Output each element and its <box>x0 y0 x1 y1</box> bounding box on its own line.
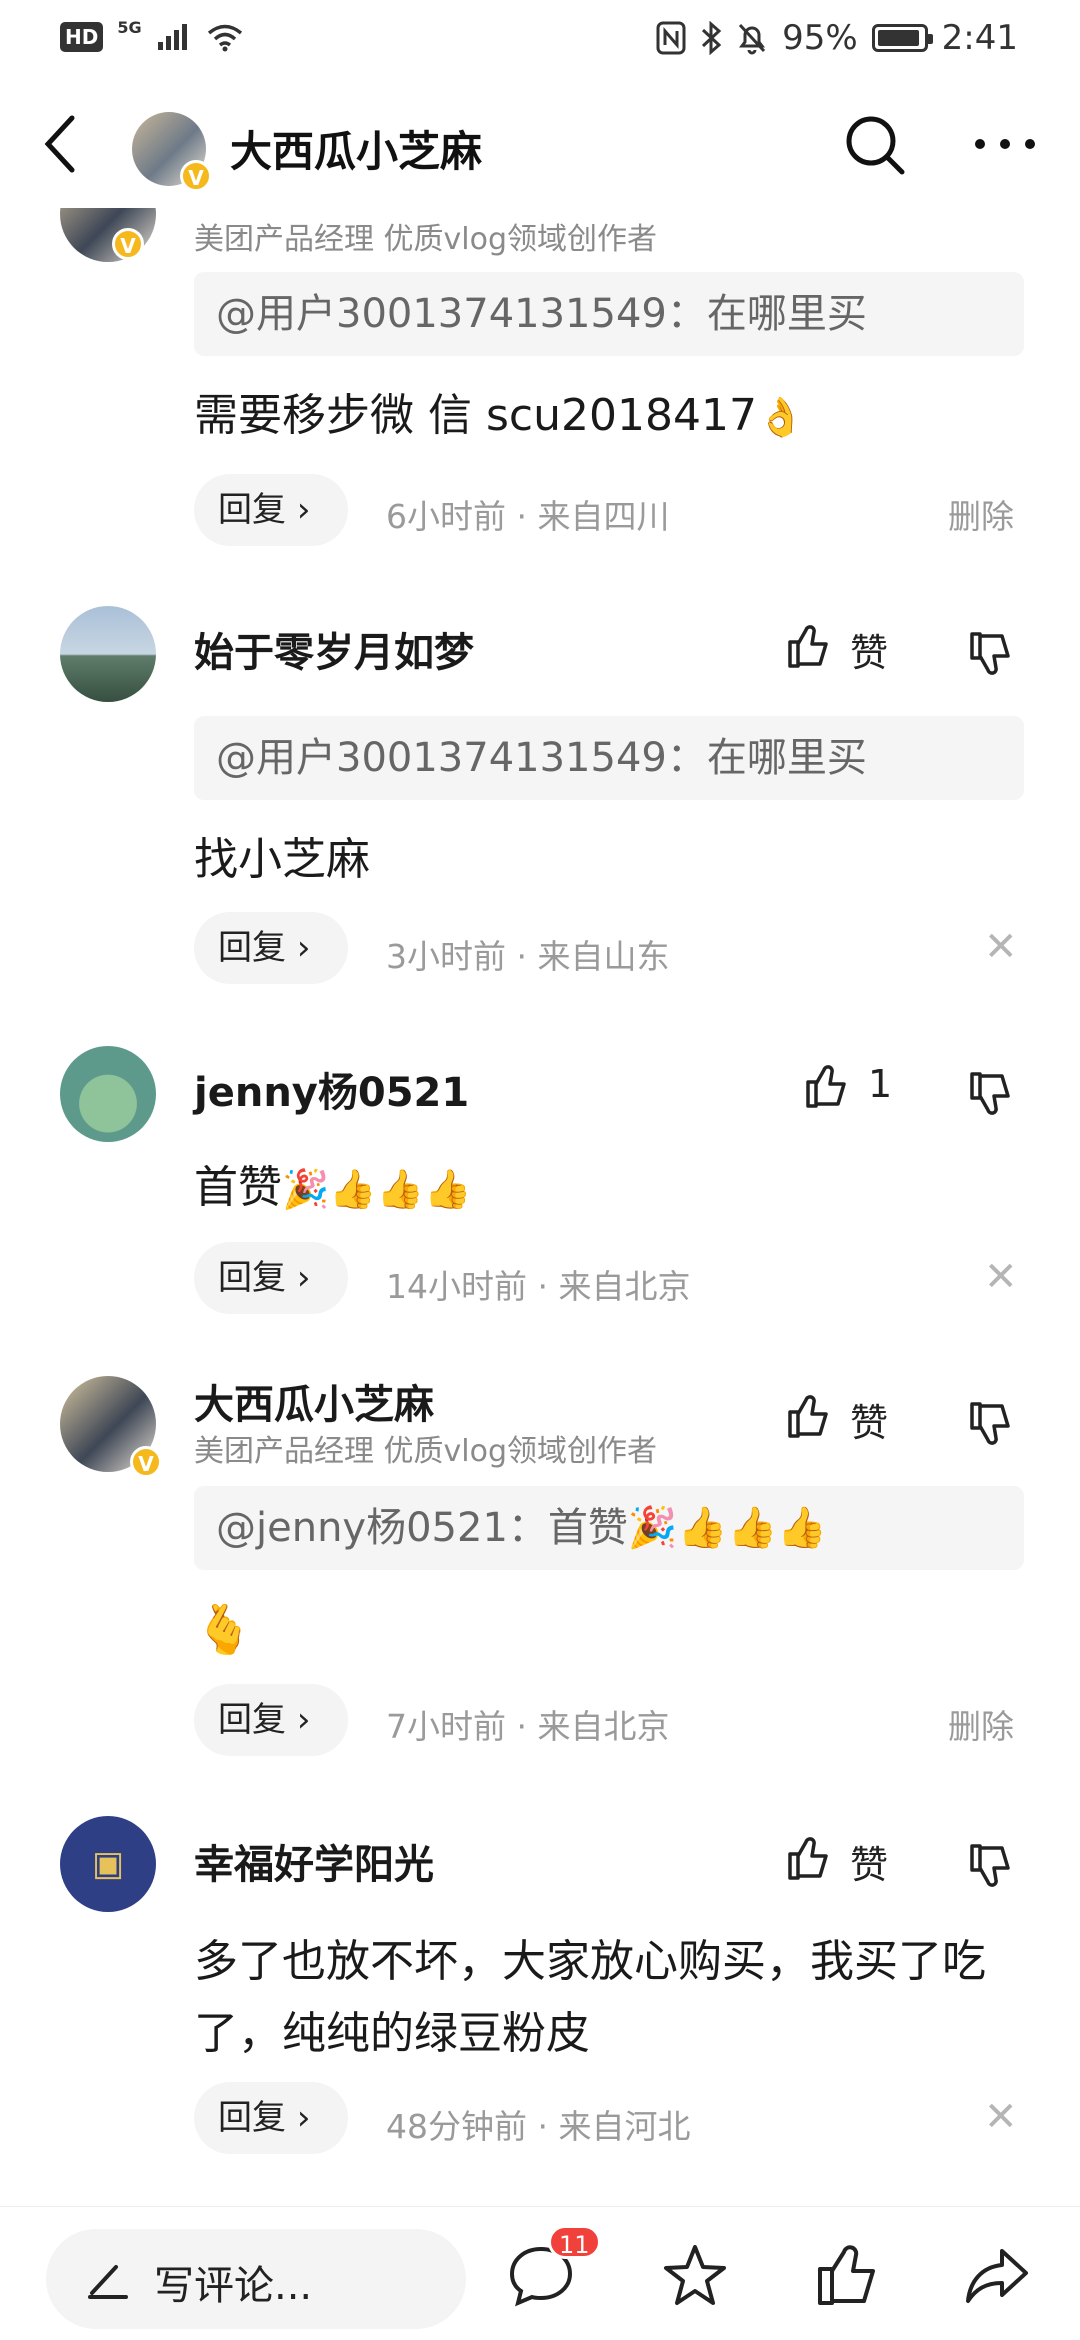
like-count[interactable]: 1 <box>868 1062 892 1106</box>
thumbs-up-icon[interactable] <box>784 1834 832 1882</box>
hd-indicator: HD <box>60 22 104 52</box>
search-icon[interactable] <box>842 112 908 178</box>
bottom-action-bar: 写评论... 11 <box>0 2206 1080 2340</box>
like-count[interactable]: 赞 <box>850 1392 888 1447</box>
like-count[interactable]: 赞 <box>850 1834 888 1889</box>
comment-text-content: 需要移步微 信 scu2018417 <box>194 390 757 441</box>
thumbs-up-icon[interactable] <box>802 1062 850 1110</box>
comment-text: 🫰 <box>194 1594 1034 1668</box>
comment-text: 找小芝麻 <box>194 834 370 885</box>
status-bar: HD 5G 95% 2:41 <box>0 0 1080 80</box>
page-title: 大西瓜小芝麻 <box>230 127 483 176</box>
thumbs-up-icon[interactable] <box>812 2241 882 2311</box>
ok-hand-emoji: 👌 <box>756 395 805 439</box>
delete-button[interactable]: 删除 <box>948 1700 1014 1748</box>
user-avatar[interactable] <box>60 1046 156 1142</box>
party-thumbs-emoji: 🎉👍👍👍 <box>627 1505 828 1551</box>
user-name[interactable]: 幸福好学阳光 <box>194 1832 434 1890</box>
comment-meta: 3小时前 · 来自山东 <box>386 937 670 976</box>
thumbs-down-icon[interactable] <box>966 1070 1014 1118</box>
verified-badge: V <box>112 228 144 260</box>
comment-text: 多了也放不坏，大家放心购买，我买了吃了，纯纯的绿豆粉皮 <box>194 1936 986 2059</box>
reply-button[interactable]: 回复 › <box>194 2082 348 2154</box>
user-name[interactable]: jenny杨0521 <box>194 1060 469 1118</box>
quoted-text: @jenny杨0521：首赞 <box>216 1505 628 1551</box>
comment-meta: 48分钟前 · 来自河北 <box>386 2107 691 2146</box>
user-subtitle: 美团产品经理 优质vlog领域创作者 <box>194 222 658 257</box>
verified-badge: V <box>180 160 212 192</box>
reply-button[interactable]: 回复 › <box>194 1242 348 1314</box>
delete-button[interactable]: 删除 <box>948 490 1014 538</box>
pen-icon <box>88 2265 128 2299</box>
clock: 2:41 <box>941 18 1018 58</box>
chevron-right-icon: › <box>296 490 311 530</box>
write-comment-placeholder: 写评论... <box>154 2263 313 2309</box>
thumbs-up-icon[interactable] <box>784 622 832 670</box>
thumbs-down-icon[interactable] <box>966 630 1014 678</box>
verified-badge: V <box>130 1446 162 1478</box>
back-arrow-icon[interactable] <box>40 114 80 174</box>
close-icon[interactable]: ✕ <box>984 924 1018 970</box>
mute-bell-icon <box>738 23 766 55</box>
thumbs-down-icon[interactable] <box>966 1842 1014 1890</box>
battery-icon <box>871 24 933 52</box>
comment-meta: 7小时前 · 来自北京 <box>386 1707 670 1746</box>
finger-heart-emoji: 🫰 <box>194 1602 254 1658</box>
reply-label: 回复 <box>218 490 286 530</box>
comment-text: 首赞🎉👍👍👍 <box>194 1152 1034 1225</box>
star-icon[interactable] <box>660 2241 730 2311</box>
share-arrow-icon[interactable] <box>962 2241 1032 2311</box>
thumbs-up-icon[interactable] <box>784 1392 832 1440</box>
status-left: HD 5G <box>60 18 244 52</box>
reply-label: 回复 <box>218 928 286 968</box>
comment-meta: 6小时前 · 来自四川 <box>386 497 670 536</box>
comment-meta: 14小时前 · 来自北京 <box>386 1267 691 1306</box>
avatar-seal-icon: ▣ <box>91 1844 125 1884</box>
top-nav-bar: V 大西瓜小芝麻 <box>0 90 1080 200</box>
chevron-right-icon: › <box>296 1258 311 1298</box>
quoted-comment[interactable]: @用户3001374131549：在哪里买 <box>194 716 1024 800</box>
like-count[interactable]: 赞 <box>850 622 888 677</box>
chevron-right-icon: › <box>296 928 311 968</box>
network-type: 5G <box>117 17 142 37</box>
party-thumbs-emoji: 🎉👍👍👍 <box>282 1167 472 1211</box>
user-avatar[interactable]: V <box>60 1376 162 1478</box>
reply-label: 回复 <box>218 2098 286 2138</box>
user-avatar[interactable]: ▣ <box>60 1816 156 1912</box>
author-avatar[interactable]: V <box>132 112 212 192</box>
chevron-right-icon: › <box>296 1700 311 1740</box>
signal-icon <box>157 24 187 50</box>
user-subtitle: 美团产品经理 优质vlog领域创作者 <box>194 1434 658 1469</box>
reply-button[interactable]: 回复 › <box>194 474 348 546</box>
status-right: 95% 2:41 <box>656 18 1018 58</box>
battery-percent: 95% <box>782 18 858 58</box>
quoted-comment[interactable]: @用户3001374131549：在哪里买 <box>194 272 1024 356</box>
user-avatar[interactable] <box>60 606 156 702</box>
close-icon[interactable]: ✕ <box>984 1254 1018 1300</box>
battery-level <box>877 30 920 46</box>
user-name[interactable]: 大西瓜小芝麻 <box>194 1372 434 1430</box>
comment-text-content: 首赞 <box>194 1162 282 1213</box>
wifi-icon <box>207 24 242 52</box>
reply-label: 回复 <box>218 1258 286 1298</box>
comment-count-badge: 11 <box>548 2225 601 2259</box>
close-icon[interactable]: ✕ <box>984 2094 1018 2140</box>
thumbs-down-icon[interactable] <box>966 1400 1014 1448</box>
more-options-icon[interactable] <box>970 124 1040 164</box>
quoted-comment[interactable]: @jenny杨0521：首赞🎉👍👍👍 <box>194 1486 1024 1570</box>
bluetooth-icon <box>702 21 722 55</box>
nfc-icon <box>656 21 686 55</box>
comment-text: 需要移步微 信 scu2018417👌 <box>194 380 1034 453</box>
chevron-right-icon: › <box>296 2098 311 2138</box>
reply-button[interactable]: 回复 › <box>194 1684 348 1756</box>
user-name[interactable]: 始于零岁月如梦 <box>194 620 474 678</box>
write-comment-input[interactable]: 写评论... <box>46 2229 466 2329</box>
reply-label: 回复 <box>218 1700 286 1740</box>
reply-button[interactable]: 回复 › <box>194 912 348 984</box>
